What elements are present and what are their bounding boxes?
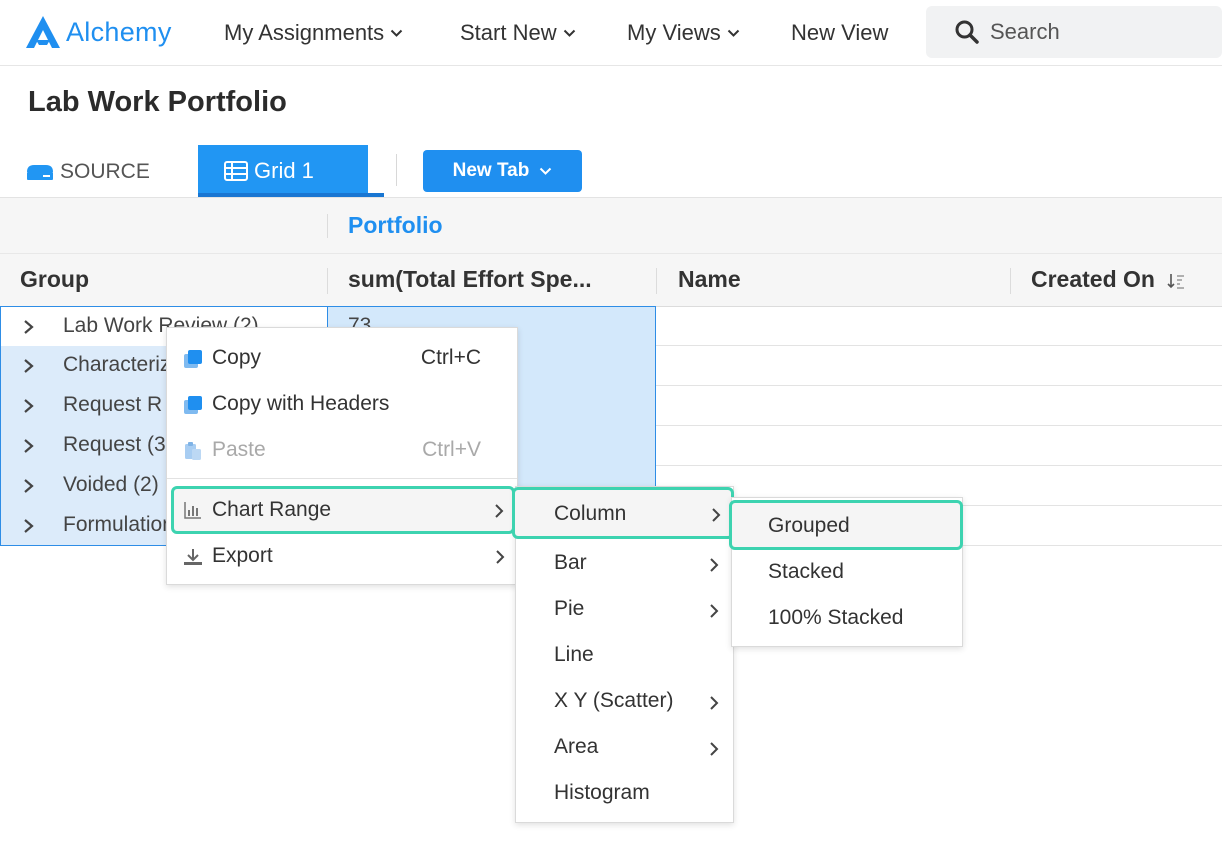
table-icon: [224, 161, 248, 181]
column-group-header: Portfolio: [0, 197, 1222, 253]
submenu-item-column[interactable]: Column: [512, 487, 734, 539]
submenu-item-line[interactable]: Line: [516, 633, 733, 679]
column-header-sum-effort[interactable]: sum(Total Effort Spe...: [348, 266, 592, 293]
tab-source[interactable]: SOURCE: [24, 156, 150, 188]
submenu-item-grouped[interactable]: Grouped: [729, 500, 963, 550]
menu-item-copy-with-headers-label: Copy with Headers: [212, 392, 390, 415]
column-group-portfolio[interactable]: Portfolio: [348, 212, 443, 239]
chevron-right-icon: [496, 550, 505, 564]
nav-new-view[interactable]: New View: [791, 18, 888, 48]
alchemy-logo-icon: [26, 16, 60, 48]
chevron-down-icon: [727, 29, 739, 37]
copy-icon: [184, 396, 202, 414]
menu-item-copy-shortcut: Ctrl+C: [420, 346, 481, 369]
column-divider[interactable]: [656, 268, 657, 294]
chart-type-submenu: Column Bar Pie Line X Y (Scatter) Area H…: [512, 486, 734, 823]
chevron-down-icon: [540, 167, 552, 175]
nav-new-view-label: New View: [791, 20, 889, 45]
menu-item-paste[interactable]: Paste Ctrl+V: [167, 428, 517, 474]
submenu-item-100-stacked[interactable]: 100% Stacked: [732, 596, 962, 642]
copy-icon: [184, 350, 202, 368]
chart-icon: [184, 502, 201, 519]
nav-my-assignments-label: My Assignments: [224, 20, 385, 45]
submenu-item-stacked-label: Stacked: [768, 560, 844, 583]
column-header-name[interactable]: Name: [678, 266, 741, 293]
chevron-right-icon[interactable]: [23, 438, 35, 454]
tab-source-label: SOURCE: [60, 160, 150, 183]
submenu-item-100-stacked-label: 100% Stacked: [768, 606, 904, 629]
menu-item-copy-label: Copy: [212, 346, 262, 369]
menu-item-export[interactable]: Export: [167, 534, 517, 580]
submenu-item-scatter[interactable]: X Y (Scatter): [516, 679, 733, 725]
new-tab-label: New Tab: [452, 160, 530, 181]
download-icon: [184, 549, 202, 565]
chevron-down-icon: [563, 29, 575, 37]
brand-logo[interactable]: Alchemy: [24, 12, 172, 52]
chevron-right-icon: [495, 504, 504, 518]
chevron-right-icon: [710, 558, 719, 572]
submenu-item-area-label: Area: [554, 735, 599, 758]
context-menu: Copy Ctrl+C Copy with Headers Paste Ctrl…: [166, 327, 518, 585]
database-icon: [27, 165, 53, 180]
nav-start-new-label: Start New: [460, 20, 557, 45]
menu-item-export-label: Export: [212, 544, 273, 567]
submenu-item-area[interactable]: Area: [516, 725, 733, 771]
submenu-item-column-label: Column: [554, 502, 627, 525]
menu-item-copy[interactable]: Copy Ctrl+C: [167, 336, 517, 382]
page-title: Lab Work Portfolio: [28, 86, 287, 118]
column-divider[interactable]: [1010, 268, 1011, 294]
sort-descending-icon[interactable]: [1167, 272, 1185, 290]
menu-item-chart-range-label: Chart Range: [212, 498, 332, 521]
submenu-item-pie[interactable]: Pie: [516, 587, 733, 633]
submenu-item-bar[interactable]: Bar: [516, 541, 733, 587]
menu-item-paste-label: Paste: [212, 438, 266, 461]
submenu-item-pie-label: Pie: [554, 597, 585, 620]
chevron-right-icon[interactable]: [23, 319, 35, 335]
menu-item-paste-shortcut: Ctrl+V: [422, 438, 481, 461]
chevron-right-icon: [710, 696, 719, 710]
chevron-right-icon: [710, 604, 719, 618]
submenu-item-scatter-label: X Y (Scatter): [554, 689, 674, 712]
column-divider: [327, 214, 328, 238]
menu-separator: [167, 478, 517, 479]
search-icon: [955, 20, 979, 44]
tab-divider: [396, 154, 397, 186]
submenu-item-stacked[interactable]: Stacked: [732, 550, 962, 596]
chevron-right-icon: [712, 508, 721, 522]
column-divider[interactable]: [327, 268, 328, 294]
nav-start-new[interactable]: Start New: [460, 18, 576, 48]
menu-item-copy-with-headers[interactable]: Copy with Headers: [167, 382, 517, 428]
column-header-row: Group sum(Total Effort Spe... Name Creat…: [0, 253, 1222, 307]
chevron-right-icon[interactable]: [23, 518, 35, 534]
column-chart-submenu: Grouped Stacked 100% Stacked: [729, 497, 963, 647]
submenu-item-histogram-label: Histogram: [554, 781, 650, 804]
submenu-item-grouped-label: Grouped: [768, 514, 850, 537]
tab-grid-1-label: Grid 1: [254, 158, 314, 183]
nav-my-views[interactable]: My Views: [627, 18, 740, 48]
chevron-right-icon[interactable]: [23, 478, 35, 494]
column-header-created-on-label: Created On: [1031, 266, 1155, 292]
chevron-right-icon[interactable]: [23, 398, 35, 414]
nav-my-assignments[interactable]: My Assignments: [224, 18, 403, 48]
column-header-created-on[interactable]: Created On: [1031, 266, 1185, 293]
tab-grid-1[interactable]: Grid 1: [198, 145, 368, 197]
new-tab-button[interactable]: New Tab: [423, 150, 582, 192]
chevron-down-icon: [390, 29, 403, 37]
submenu-item-histogram[interactable]: Histogram: [516, 771, 733, 817]
search-input[interactable]: [990, 19, 1190, 45]
nav-my-views-label: My Views: [627, 20, 721, 45]
submenu-item-bar-label: Bar: [554, 551, 587, 574]
paste-icon: [185, 442, 201, 460]
brand-name: Alchemy: [66, 16, 172, 47]
search-box[interactable]: [926, 6, 1222, 58]
submenu-item-line-label: Line: [554, 643, 594, 666]
column-header-group[interactable]: Group: [20, 266, 89, 293]
chevron-right-icon: [710, 742, 719, 756]
chevron-right-icon[interactable]: [23, 358, 35, 374]
menu-item-chart-range[interactable]: Chart Range: [171, 486, 515, 534]
top-nav: Alchemy My Assignments Start New My View…: [0, 0, 1222, 66]
